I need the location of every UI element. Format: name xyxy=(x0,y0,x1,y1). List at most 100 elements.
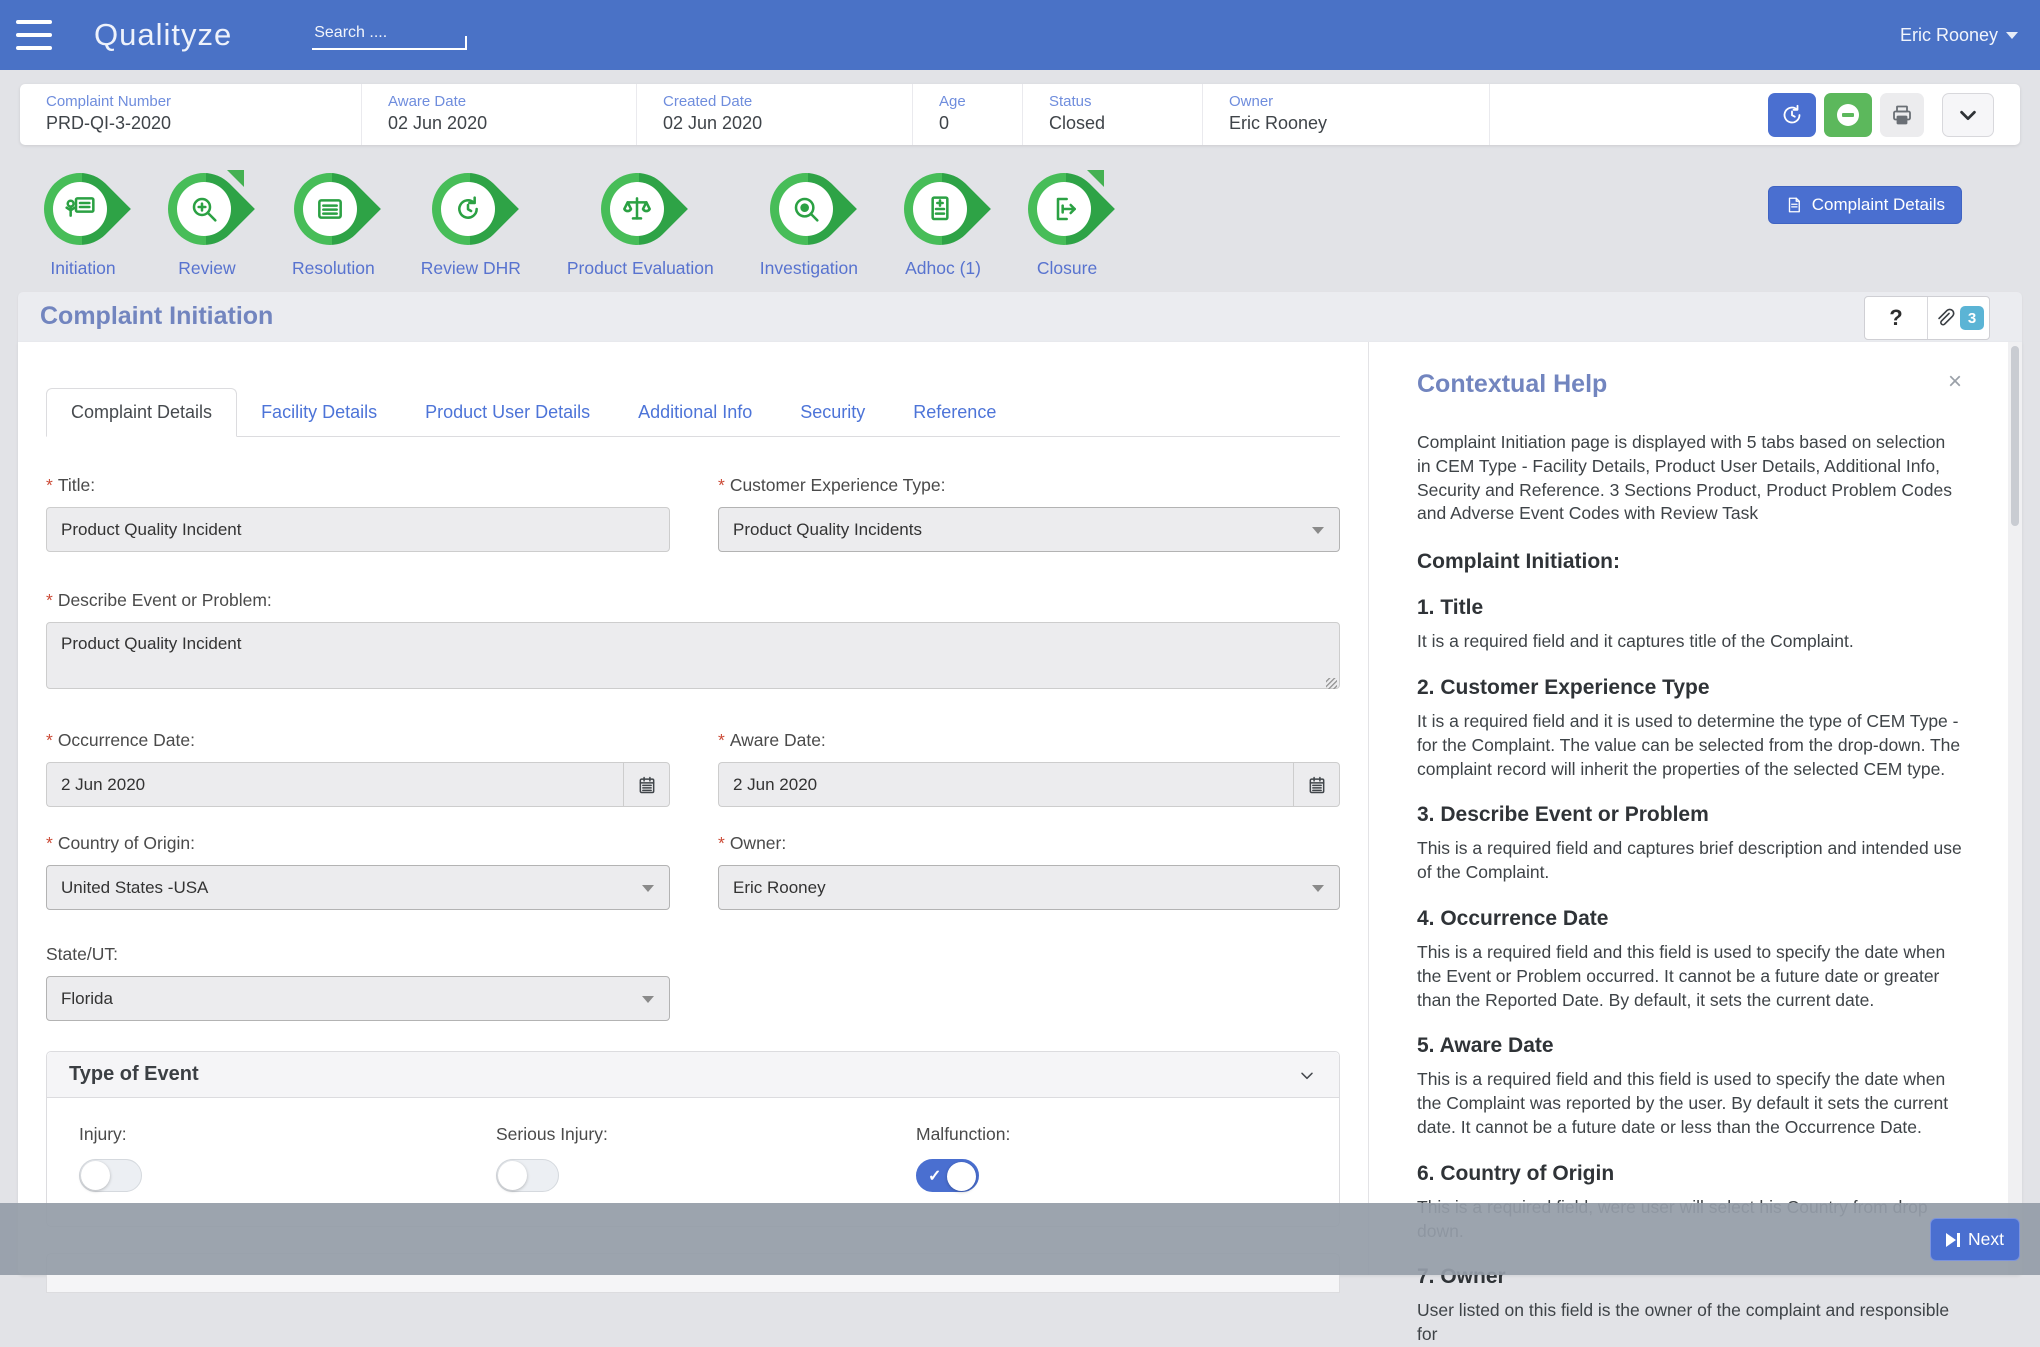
calendar-icon xyxy=(1307,775,1327,795)
info-complaint-number: Complaint Number PRD-QI-3-2020 xyxy=(20,84,362,145)
record-actions xyxy=(1768,84,2020,145)
cet-select[interactable]: Product Quality Incidents xyxy=(718,507,1340,552)
state-label: State/UT: xyxy=(46,944,670,965)
describe-label: *Describe Event or Problem: xyxy=(46,590,1340,611)
help-section-title: 2. Customer Experience Type xyxy=(1417,676,1962,700)
workflow-step-review-dhr[interactable]: Review DHR xyxy=(421,170,521,279)
chevron-down-icon xyxy=(1312,527,1324,534)
chevron-down-icon xyxy=(1297,1065,1317,1085)
aware-date-field[interactable] xyxy=(718,762,1293,807)
attachments-button[interactable]: 3 xyxy=(1927,297,1989,339)
next-button[interactable]: Next xyxy=(1930,1218,2020,1261)
help-section-body: It is a required field and it captures t… xyxy=(1417,630,1962,654)
step-complete-badge xyxy=(1087,170,1104,187)
tab-product-user-details[interactable]: Product User Details xyxy=(401,389,614,436)
search-input[interactable] xyxy=(312,20,467,48)
status-badge: Closed xyxy=(1049,113,1192,134)
complaint-form: Complaint Details Facility Details Produ… xyxy=(18,342,1368,1275)
investigation-icon xyxy=(790,193,822,225)
help-section-title: 3. Describe Event or Problem xyxy=(1417,803,1962,827)
search-box xyxy=(312,20,467,50)
workflow-bar: Initiation Review Resolution Review DHR xyxy=(44,170,1106,279)
info-status: Status Closed xyxy=(1023,84,1203,145)
describe-field[interactable]: Product Quality Incident xyxy=(46,622,1340,689)
workflow-step-adhoc[interactable]: Adhoc (1) xyxy=(904,170,982,279)
help-section-title: 6. Country of Origin xyxy=(1417,1162,1962,1186)
owner-select[interactable]: Eric Rooney xyxy=(718,865,1340,910)
navbar: Qualityze Eric Rooney xyxy=(0,0,2040,70)
attachment-count-badge: 3 xyxy=(1960,306,1984,330)
occurrence-date-picker-button[interactable] xyxy=(623,762,670,807)
country-select[interactable]: United States -USA xyxy=(46,865,670,910)
step-complete-badge xyxy=(227,170,244,187)
scrollbar-thumb[interactable] xyxy=(2011,346,2019,526)
help-title: Contextual Help xyxy=(1417,370,1607,399)
page-title: Complaint Initiation xyxy=(40,302,273,331)
occurrence-date-field[interactable] xyxy=(46,762,623,807)
user-name: Eric Rooney xyxy=(1900,25,1998,46)
workflow-step-closure[interactable]: Closure xyxy=(1028,170,1106,279)
print-button[interactable] xyxy=(1880,93,1924,137)
void-button[interactable] xyxy=(1824,93,1872,137)
minus-circle-icon xyxy=(1837,104,1859,126)
injury-label: Injury: xyxy=(79,1124,496,1145)
info-created-date: Created Date 02 Jun 2020 xyxy=(637,84,913,145)
question-icon: ? xyxy=(1889,305,1902,331)
history-icon xyxy=(1780,103,1804,127)
tab-additional-info[interactable]: Additional Info xyxy=(614,389,776,436)
workflow-step-product-evaluation[interactable]: Product Evaluation xyxy=(567,170,714,279)
occurrence-date-label: *Occurrence Date: xyxy=(46,730,670,751)
malfunction-label: Malfunction: xyxy=(916,1124,1010,1145)
chevron-down-icon xyxy=(642,885,654,892)
type-of-event-header[interactable]: Type of Event xyxy=(47,1052,1339,1098)
workflow-step-resolution[interactable]: Resolution xyxy=(292,170,375,279)
help-section-body: This is a required field and captures br… xyxy=(1417,837,1962,885)
closure-icon xyxy=(1048,193,1080,225)
workflow-step-investigation[interactable]: Investigation xyxy=(760,170,858,279)
help-button[interactable]: ? xyxy=(1865,297,1927,339)
type-of-event-section: Type of Event Injury: ✓ Serious Injury: xyxy=(46,1051,1340,1227)
title-field[interactable] xyxy=(46,507,670,552)
tab-facility-details[interactable]: Facility Details xyxy=(237,389,401,436)
workflow-step-initiation[interactable]: Initiation xyxy=(44,170,122,279)
country-label: *Country of Origin: xyxy=(46,833,670,854)
help-section-body: This is a required field and this field … xyxy=(1417,941,1962,1012)
injury-toggle[interactable]: ✓ xyxy=(79,1159,142,1192)
malfunction-toggle[interactable]: ✓ xyxy=(916,1159,979,1192)
state-select[interactable]: Florida xyxy=(46,976,670,1021)
menu-icon[interactable] xyxy=(16,20,52,50)
aware-date-label: *Aware Date: xyxy=(718,730,1340,751)
product-evaluation-icon xyxy=(621,193,653,225)
contextual-help-panel: Contextual Help × Complaint Initiation p… xyxy=(1368,342,2022,1275)
serious-injury-toggle[interactable]: ✓ xyxy=(496,1159,559,1192)
tab-security[interactable]: Security xyxy=(776,389,889,436)
chevron-down-icon xyxy=(1312,885,1324,892)
serious-injury-label: Serious Injury: xyxy=(496,1124,916,1145)
aware-date-picker-button[interactable] xyxy=(1293,762,1340,807)
page-section-header: Complaint Initiation ? 3 xyxy=(18,292,2022,342)
help-section-title: 4. Occurrence Date xyxy=(1417,907,1962,931)
document-icon xyxy=(1785,196,1803,214)
step-forward-icon xyxy=(1946,1233,1960,1247)
info-aware-date: Aware Date 02 Jun 2020 xyxy=(362,84,637,145)
scrollbar[interactable] xyxy=(2008,342,2022,1275)
help-section-body: This is a required field and this field … xyxy=(1417,1068,1962,1139)
history-button[interactable] xyxy=(1768,93,1816,137)
paperclip-icon xyxy=(1933,307,1955,329)
tab-complaint-details[interactable]: Complaint Details xyxy=(46,388,237,437)
footer-action-bar: Next xyxy=(0,1203,2040,1275)
tab-reference[interactable]: Reference xyxy=(889,389,1020,436)
workflow-step-review[interactable]: Review xyxy=(168,170,246,279)
chevron-down-icon xyxy=(1957,104,1979,126)
review-icon xyxy=(188,193,220,225)
complaint-details-button[interactable]: Complaint Details xyxy=(1768,186,1962,224)
adhoc-icon xyxy=(924,193,956,225)
record-info-bar: Complaint Number PRD-QI-3-2020 Aware Dat… xyxy=(20,84,2020,145)
close-icon[interactable]: × xyxy=(1948,370,1962,394)
user-menu[interactable]: Eric Rooney xyxy=(1900,25,2018,46)
chevron-down-icon xyxy=(642,996,654,1003)
expand-button[interactable] xyxy=(1942,93,1994,137)
cet-label: *Customer Experience Type: xyxy=(718,475,1340,496)
tab-bar: Complaint Details Facility Details Produ… xyxy=(46,388,1340,437)
info-owner: Owner Eric Rooney xyxy=(1203,84,1490,145)
